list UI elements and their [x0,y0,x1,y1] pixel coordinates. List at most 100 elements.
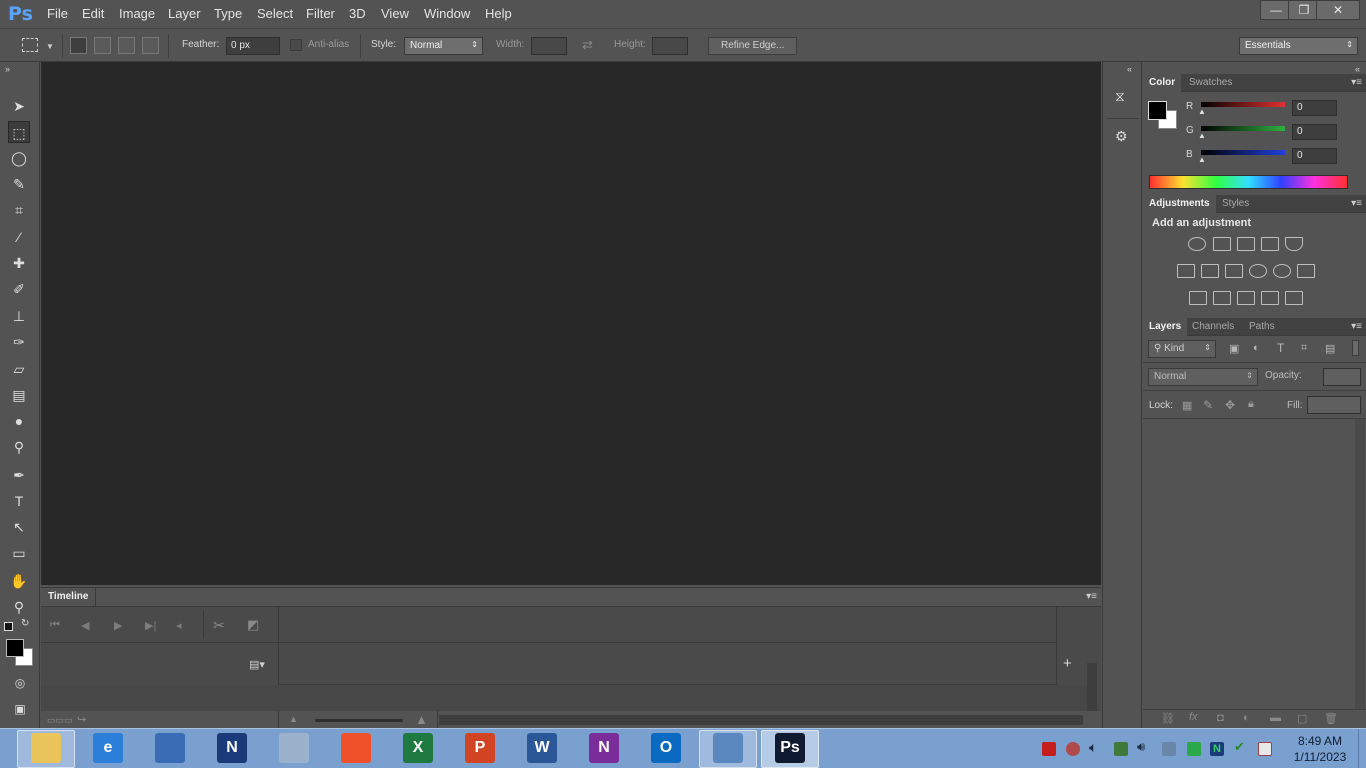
onenote-icon[interactable]: N [589,733,619,763]
nvidia-tray-icon[interactable] [1114,742,1128,756]
blur-tool-icon[interactable]: ● [8,410,30,432]
brush-tool-icon[interactable]: ✐ [8,278,30,300]
check-tray-icon[interactable]: ✔ [1234,739,1245,755]
antialias-checkbox[interactable] [290,39,302,51]
filter-toggle[interactable] [1352,340,1359,356]
channel-value-r[interactable]: 0 [1292,100,1337,116]
track-area[interactable] [279,643,1057,685]
menu-layer[interactable]: Layer [168,6,201,21]
transition-icon[interactable]: ◩ [247,617,259,633]
menu-window[interactable]: Window [424,6,470,21]
move-tool-icon[interactable]: ➤ [8,95,30,117]
menu-image[interactable]: Image [119,6,155,21]
threshold-icon[interactable] [1237,291,1255,305]
menu-view[interactable]: View [381,6,409,21]
vertical-scrollbar[interactable] [1087,663,1097,712]
zoom-out-icon[interactable]: ▲ [289,714,298,724]
height-input[interactable] [652,37,688,55]
powerpoint-icon[interactable]: P [465,733,495,763]
tab-swatches[interactable]: Swatches [1183,74,1238,92]
menu-help[interactable]: Help [485,6,512,21]
layers-scrollbar[interactable] [1355,419,1365,709]
clock-time[interactable]: 8:49 AM [1290,734,1350,748]
default-colors-icon[interactable] [4,622,13,631]
quick-mask-icon[interactable]: ◎ [9,672,31,694]
channel-slider-b[interactable] [1201,150,1285,155]
width-input[interactable] [531,37,567,55]
security-tray-icon[interactable] [1187,742,1201,756]
collapse-panel-icon[interactable]: » [5,64,10,74]
document-canvas-area[interactable] [41,62,1101,585]
hue-saturation-icon[interactable] [1177,264,1195,278]
color-spectrum-bar[interactable] [1149,175,1348,189]
frame-mode-icon[interactable]: ▭▭▭ [47,715,73,726]
clone-stamp-tool-icon[interactable]: ⊥ [8,305,30,327]
slider-thumb-icon[interactable]: ▲ [1198,107,1206,116]
opacity-input[interactable] [1323,368,1361,386]
swap-colors-icon[interactable]: ↻ [21,618,29,629]
blend-mode-select[interactable]: Normal ⇕ [1148,368,1258,386]
preset-dropdown-icon[interactable]: ▼ [46,42,54,51]
zoom-in-icon[interactable]: ▲ [415,712,428,727]
lasso-tool-icon[interactable]: ◯ [8,147,30,169]
menu-filter[interactable]: Filter [306,6,335,21]
refine-edge-button[interactable]: Refine Edge... [708,37,798,55]
collapse-panels-icon[interactable]: « [1355,64,1360,74]
dodge-tool-icon[interactable]: ⚲ [8,436,30,458]
timeline-ruler[interactable] [279,607,1057,643]
brightness-contrast-icon[interactable] [1188,237,1206,251]
n-tray-icon[interactable]: N [1210,742,1224,756]
new-adjustment-layer-icon[interactable]: ◐ [1243,712,1250,724]
hand-tool-icon[interactable]: ✋ [8,570,30,592]
zoom-slider[interactable] [315,719,403,722]
eraser-tool-icon[interactable]: ▱ [8,358,30,380]
acrobat-tray-icon[interactable] [1042,742,1056,756]
next-frame-icon[interactable]: ▶| [145,619,156,632]
black-white-icon[interactable] [1225,264,1243,278]
close-button[interactable]: ✕ [1316,0,1360,20]
brave-icon[interactable] [341,733,371,763]
action-center-tray-icon[interactable] [1258,742,1272,756]
tab-timeline[interactable]: Timeline [41,588,97,606]
menu-type[interactable]: Type [214,6,242,21]
render-video-icon[interactable]: ↪ [77,713,86,726]
network-tray-icon[interactable] [1162,742,1176,756]
lock-all-icon[interactable]: 🔒︎ [1248,398,1254,411]
rect-marquee-tool-icon[interactable]: ⬚ [8,121,30,143]
clock-date[interactable]: 1/11/2023 [1288,750,1352,764]
excel-icon[interactable]: X [403,733,433,763]
tab-layers[interactable]: Layers [1143,318,1188,336]
split-icon[interactable]: ✂ [213,617,225,634]
marquee-preset-icon[interactable] [22,38,38,52]
gradient-map-icon[interactable] [1285,291,1303,305]
style-select[interactable]: Normal ⇕ [404,37,483,55]
tab-styles[interactable]: Styles [1216,195,1255,213]
levels-icon[interactable] [1213,237,1231,251]
workspace-select[interactable]: Essentials ⇕ [1239,37,1358,55]
gradient-tool-icon[interactable]: ▤ [8,384,30,406]
channel-slider-r[interactable] [1201,102,1285,107]
channel-value-g[interactable]: 0 [1292,124,1337,140]
screen-mode-icon[interactable]: ▣ [9,698,31,720]
color-balance-icon[interactable] [1201,264,1219,278]
shape-filter-icon[interactable]: ⌗ [1301,342,1307,355]
swap-icon[interactable]: ⇄ [582,37,593,53]
internet-explorer-icon[interactable]: e [93,733,123,763]
feather-input[interactable]: 0 px [226,37,280,55]
audio-icon[interactable]: ◂ [176,619,182,632]
intersect-selection-icon[interactable] [142,37,159,54]
zoom-tool-icon[interactable]: ⚲ [8,596,30,618]
menu-file[interactable]: File [47,6,68,21]
word-icon[interactable]: W [527,733,557,763]
vibrance-icon[interactable] [1285,237,1303,251]
tab-adjustments[interactable]: Adjustments [1143,195,1216,213]
channel-slider-g[interactable] [1201,126,1285,131]
panel-menu-icon[interactable]: ▾≡ [1086,591,1097,602]
film-strip-icon[interactable]: ▤▾ [249,658,265,671]
photo-filter-icon[interactable] [1249,264,1267,278]
previous-frame-icon[interactable]: ◀ [81,619,89,632]
smart-object-filter-icon[interactable]: ▤ [1325,342,1335,355]
lock-position-icon[interactable]: ✥ [1225,398,1235,412]
collapse-dock-icon[interactable]: « [1127,64,1132,74]
foreground-color-chip[interactable] [1148,101,1167,120]
